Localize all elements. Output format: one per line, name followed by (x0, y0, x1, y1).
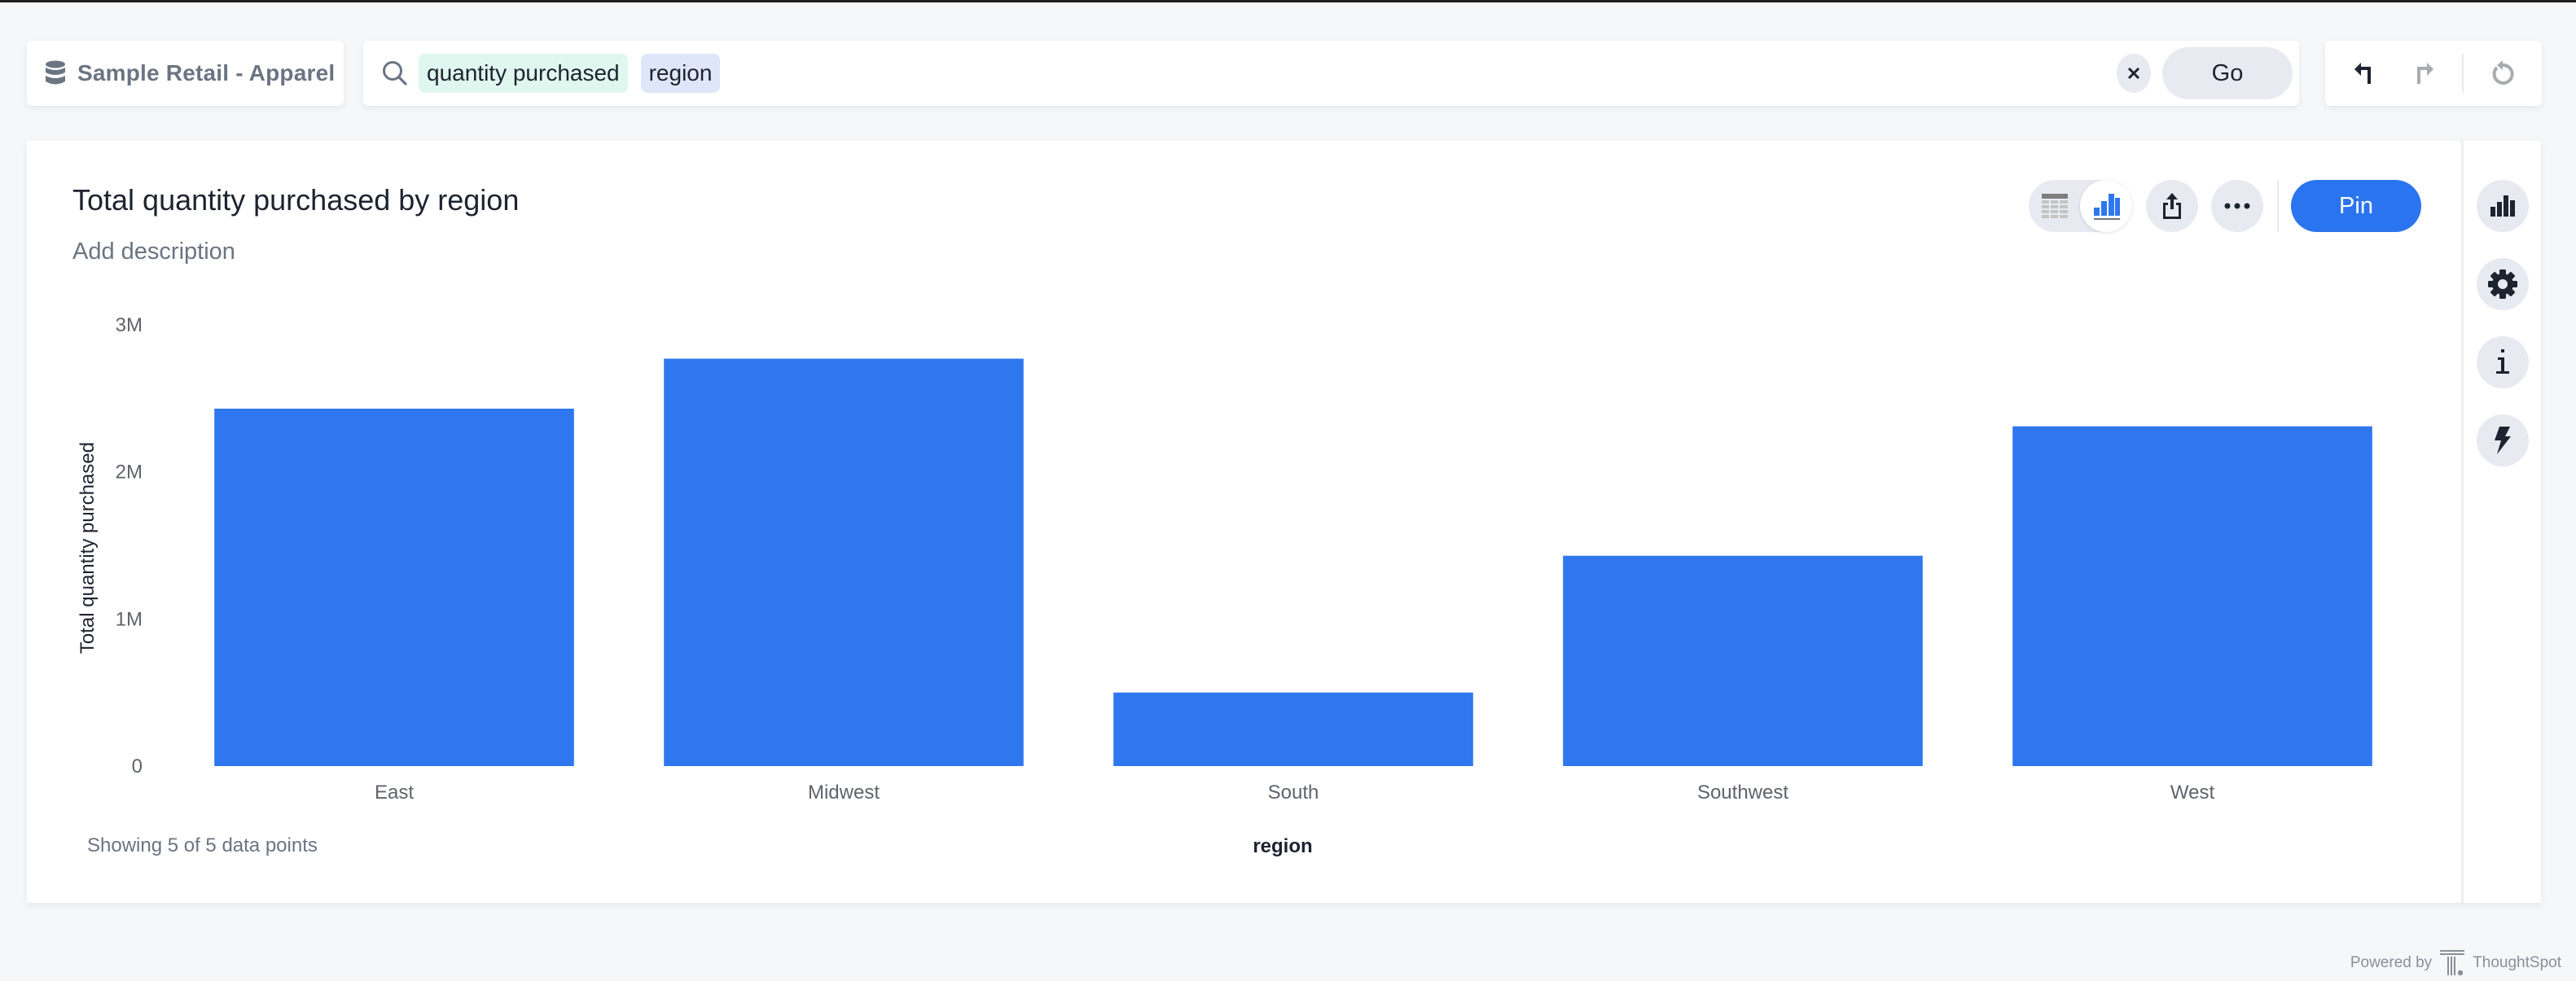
clear-search-button[interactable] (2117, 54, 2151, 93)
chart-title[interactable]: Total quantity purchased by region (72, 183, 519, 217)
y-tick-label: 1M (116, 608, 143, 630)
share-icon (2163, 193, 2181, 219)
y-tick-label: 3M (116, 314, 143, 336)
chart-view-button[interactable] (2080, 180, 2132, 232)
bar-south[interactable] (1113, 692, 1473, 766)
x-axis-label: region (1253, 835, 1312, 857)
settings-gear-icon (2488, 269, 2517, 299)
thoughtspot-logo-icon (2440, 950, 2465, 976)
data-points-count: Showing 5 of 5 data points (87, 834, 318, 856)
bar-chart-icon (2094, 194, 2120, 220)
chart-type-button[interactable] (2477, 180, 2529, 232)
pin-button[interactable]: Pin (2291, 180, 2421, 232)
x-tick-label: South (1268, 782, 1319, 804)
view-toggle (2029, 180, 2132, 232)
add-description[interactable]: Add description (72, 239, 235, 265)
undo-button[interactable] (2349, 57, 2381, 90)
toolbar-divider (2277, 180, 2279, 232)
history-divider (2462, 54, 2464, 93)
reset-button[interactable] (2486, 57, 2519, 90)
y-tick-label: 2M (116, 462, 143, 484)
share-button[interactable] (2146, 180, 2198, 232)
redo-icon (2417, 63, 2433, 84)
search-token-attribute[interactable]: region (640, 54, 721, 93)
x-tick-label: Midwest (808, 782, 880, 804)
table-icon (2042, 194, 2068, 218)
lightning-icon (2495, 427, 2511, 454)
settings-button[interactable] (2477, 258, 2529, 310)
y-axis-label: Total quantity purchased (77, 442, 99, 654)
history-controls (2325, 41, 2542, 106)
chart-type-icon (2490, 195, 2515, 217)
info-icon (2496, 349, 2509, 374)
powered-by-brand: ThoughtSpot (2473, 954, 2561, 971)
more-options-button[interactable] (2211, 180, 2263, 232)
powered-by: Powered by ThoughtSpot (2350, 949, 2561, 977)
data-source-label: Sample Retail - Apparel (77, 60, 336, 85)
search-bar[interactable]: quantity purchased region Go (363, 41, 2299, 106)
bar-midwest[interactable] (664, 358, 1024, 766)
database-icon (46, 60, 65, 85)
y-tick-label: 0 (132, 755, 143, 777)
powered-by-text: Powered by (2350, 954, 2433, 971)
bar-east[interactable] (214, 408, 574, 766)
undo-icon (2354, 63, 2371, 84)
search-token-measure[interactable]: quantity purchased (419, 54, 628, 93)
redo-button[interactable] (2407, 57, 2439, 90)
bar-southwest[interactable] (1563, 555, 1923, 766)
data-source-selector[interactable]: Sample Retail - Apparel (27, 41, 344, 106)
bar-chart: 0 1M 2M 3M East Midwest South Southwest West To… (77, 314, 2372, 857)
table-view-button[interactable] (2029, 180, 2081, 232)
more-icon (2224, 203, 2250, 209)
x-tick-label: Southwest (1697, 782, 1788, 804)
right-rail (2461, 141, 2541, 903)
close-icon (2127, 67, 2140, 80)
x-tick-label: East (375, 782, 414, 804)
info-button[interactable] (2477, 336, 2529, 388)
spotiq-button[interactable] (2477, 414, 2529, 466)
bar-west[interactable] (2012, 426, 2372, 766)
x-tick-label: West (2170, 782, 2215, 804)
go-button[interactable]: Go (2162, 47, 2293, 99)
search-icon (383, 61, 407, 85)
reset-icon (2492, 60, 2514, 85)
answer-card: Total quantity purchased by region Add d… (27, 141, 2541, 903)
